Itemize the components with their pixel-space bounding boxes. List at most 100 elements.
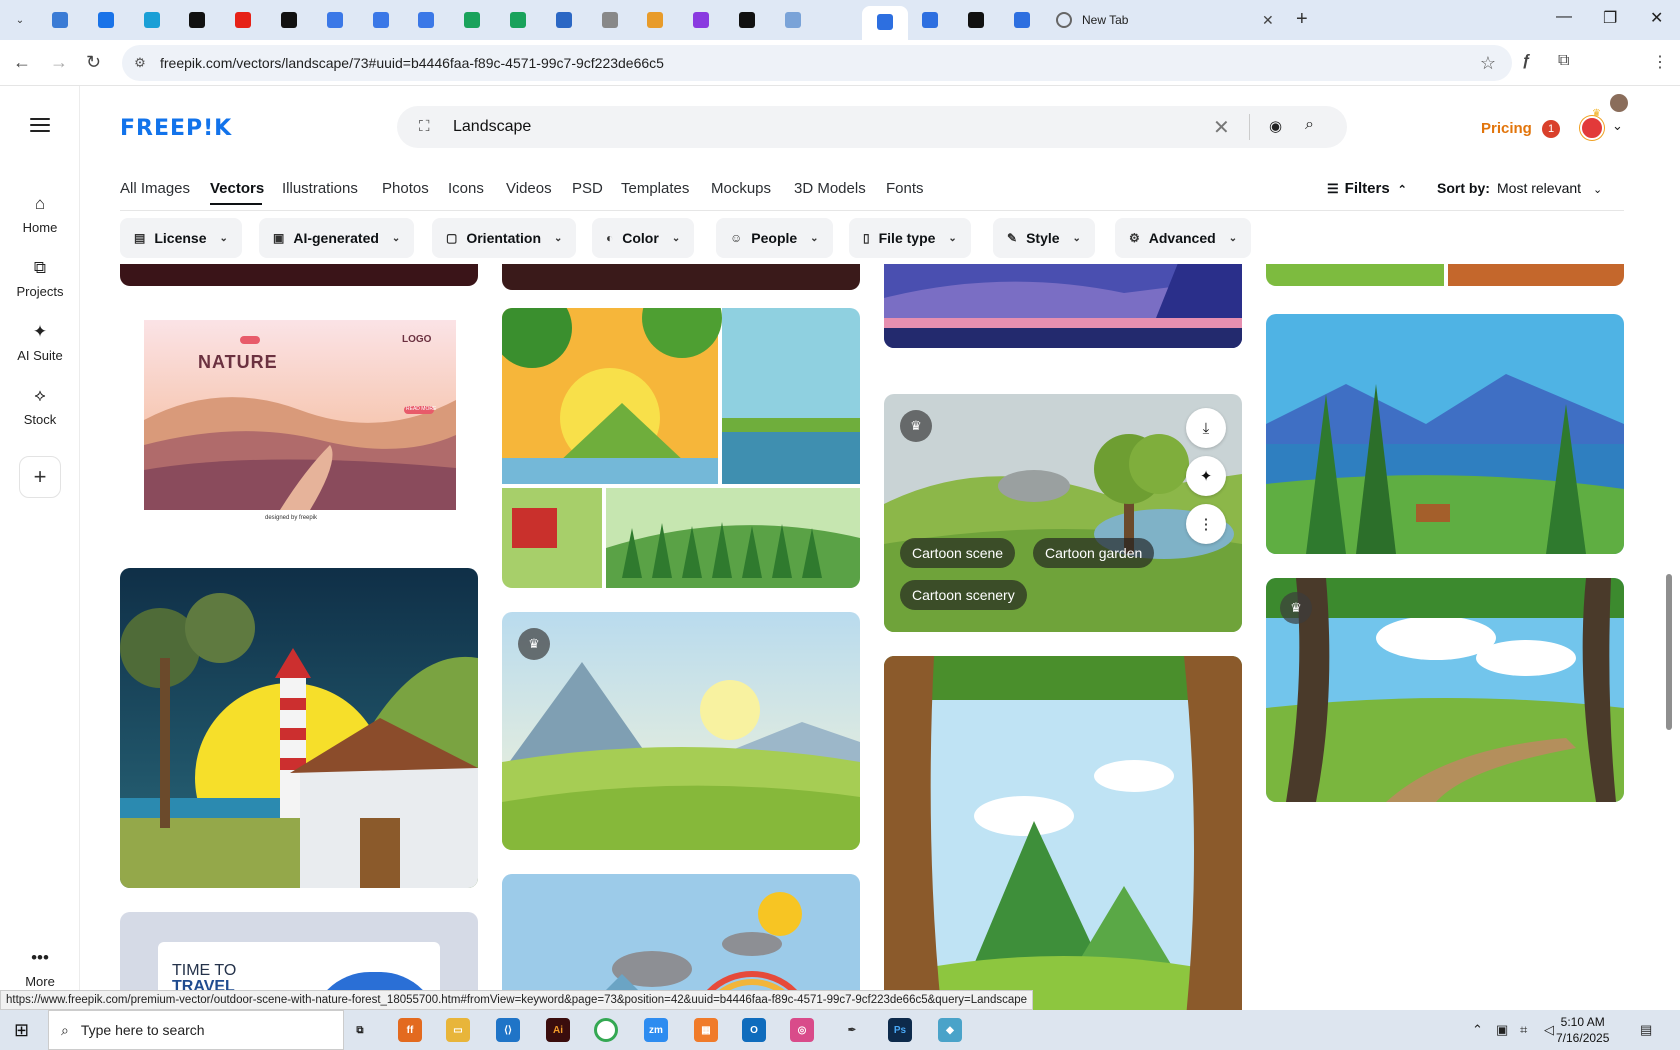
extension-icon[interactable]: ƒ xyxy=(1522,52,1531,70)
volume-icon[interactable]: ◁ xyxy=(1544,1022,1554,1038)
bookmark-star-icon[interactable]: ☆ xyxy=(1480,53,1496,74)
profile-avatar[interactable] xyxy=(1610,94,1628,112)
image-card-collage[interactable] xyxy=(502,308,860,588)
rail-item-ai-suite[interactable]: ✦ AI Suite xyxy=(0,322,80,363)
pinned-tab[interactable] xyxy=(414,8,438,32)
notification-badge[interactable]: 1 xyxy=(1542,120,1560,138)
image-card-lake-night[interactable] xyxy=(884,264,1242,348)
puzzle-icon[interactable]: ⧉ xyxy=(1558,52,1569,70)
outlook-icon[interactable]: O xyxy=(742,1018,766,1042)
hamburger-menu-icon[interactable] xyxy=(30,118,50,132)
sort-dropdown[interactable]: Most relevant ⌄ xyxy=(1497,180,1602,196)
pinned-tab[interactable] xyxy=(94,8,118,32)
image-card[interactable] xyxy=(502,264,860,290)
tab-psd[interactable]: PSD xyxy=(572,180,603,197)
active-tab[interactable] xyxy=(862,6,908,40)
task-view-icon[interactable]: ⧉ xyxy=(348,1018,372,1042)
pinned-tab[interactable] xyxy=(964,8,988,32)
ai-edit-button[interactable]: ✦ xyxy=(1186,456,1226,496)
pinned-tab[interactable] xyxy=(1010,8,1034,32)
close-window-button[interactable]: ✕ xyxy=(1650,8,1663,28)
forward-button[interactable]: → xyxy=(50,52,68,73)
taskbar-clock[interactable]: 5:10 AM 7/16/2025 xyxy=(1556,1014,1609,1046)
illustrator-icon[interactable]: Ai xyxy=(546,1018,570,1042)
tag-cartoon-scene[interactable]: Cartoon scene xyxy=(900,538,1016,568)
vscode-icon[interactable]: ⟨⟩ xyxy=(496,1018,520,1042)
rail-item-more[interactable]: ••• More xyxy=(0,948,80,989)
tab-new-tab[interactable]: New Tab xyxy=(1056,8,1270,32)
camera-icon[interactable]: ◉ xyxy=(1269,117,1282,135)
filters-toggle[interactable]: ☰ Filters ⌃ xyxy=(1327,180,1407,197)
pinned-tab[interactable] xyxy=(277,8,301,32)
windows-start-icon[interactable]: ⊞ xyxy=(14,1020,29,1041)
new-tab-button[interactable]: + xyxy=(1296,8,1308,31)
pinned-tab[interactable] xyxy=(598,8,622,32)
image-card[interactable] xyxy=(120,264,478,286)
close-tab-icon[interactable]: ✕ xyxy=(1262,12,1274,29)
minimize-button[interactable]: — xyxy=(1556,8,1572,26)
filter-ai-generated[interactable]: ▣ AI-generated ⌄ xyxy=(259,218,415,258)
pinned-tab[interactable] xyxy=(185,8,209,32)
pinned-tab[interactable] xyxy=(506,8,530,32)
image-card-forest-frame[interactable] xyxy=(884,656,1242,1010)
pinned-tab[interactable] xyxy=(735,8,759,32)
zoom-icon[interactable]: zm xyxy=(644,1018,668,1042)
pinned-tab[interactable] xyxy=(643,8,667,32)
tray-app-icon[interactable]: ▣ xyxy=(1496,1022,1508,1038)
pinned-tab[interactable] xyxy=(781,8,805,32)
image-card[interactable] xyxy=(1266,264,1624,286)
tab-all-images[interactable]: All Images xyxy=(120,180,190,197)
tab-videos[interactable]: Videos xyxy=(506,180,552,197)
image-card-cartoon-scene[interactable]: ♛ ⤓ ✦ ⋮ Cartoon scene Cartoon garden Car… xyxy=(884,394,1242,632)
tray-chevron-icon[interactable]: ⌃ xyxy=(1472,1022,1483,1038)
user-avatar[interactable] xyxy=(1580,116,1604,140)
rail-item-home[interactable]: ⌂ Home xyxy=(0,194,80,235)
filter-orientation[interactable]: ▢ Orientation ⌄ xyxy=(432,218,577,258)
tag-cartoon-garden[interactable]: Cartoon garden xyxy=(1033,538,1155,568)
image-card-deer-lake[interactable] xyxy=(1266,314,1624,554)
site-info-icon[interactable]: ⚙ xyxy=(130,53,150,73)
photoshop-icon[interactable]: Ps xyxy=(888,1018,912,1042)
tab-search-button[interactable]: ⌄ xyxy=(8,8,32,32)
taskbar-search[interactable]: ⌕ Type here to search xyxy=(48,1010,344,1050)
add-button[interactable]: + xyxy=(19,456,61,498)
pinned-tab[interactable] xyxy=(140,8,164,32)
tab-fonts[interactable]: Fonts xyxy=(886,180,924,197)
search-type-icon[interactable]: ⛶ xyxy=(419,118,430,135)
clear-search-icon[interactable]: ✕ xyxy=(1213,115,1230,140)
filter-people[interactable]: ☺ People ⌄ xyxy=(716,218,833,258)
tab-templates[interactable]: Templates xyxy=(621,180,689,197)
page-scrollbar-thumb[interactable] xyxy=(1666,574,1672,730)
kebab-menu-icon[interactable]: ⋮ xyxy=(1652,52,1668,72)
tab-illustrations[interactable]: Illustrations xyxy=(282,180,358,197)
pinned-tab[interactable] xyxy=(918,8,942,32)
download-button[interactable]: ⤓ xyxy=(1186,408,1226,448)
address-bar[interactable]: ⚙ freepik.com/vectors/landscape/73#uuid=… xyxy=(122,45,1512,81)
back-button[interactable]: ← xyxy=(13,52,31,73)
firefox-icon[interactable]: ff xyxy=(398,1018,422,1042)
filter-license[interactable]: ▤ License ⌄ xyxy=(120,218,242,258)
pinned-tab[interactable] xyxy=(323,8,347,32)
tab-mockups[interactable]: Mockups xyxy=(711,180,771,197)
search-input[interactable] xyxy=(453,116,1153,138)
tab-3d-models[interactable]: 3D Models xyxy=(794,180,866,197)
chevron-down-icon[interactable]: ⌄ xyxy=(1612,118,1623,134)
tab-vectors[interactable]: Vectors xyxy=(210,180,264,197)
tag-cartoon-scenery[interactable]: Cartoon scenery xyxy=(900,580,1027,610)
filter-style[interactable]: ✎ Style ⌄ xyxy=(993,218,1095,258)
filter-file-type[interactable]: ▯ File type ⌄ xyxy=(849,218,971,258)
pinned-tab[interactable] xyxy=(552,8,576,32)
reload-button[interactable]: ↻ xyxy=(86,52,101,73)
app-icon[interactable]: ▦ xyxy=(694,1018,718,1042)
rail-item-stock[interactable]: ⟡ Stock xyxy=(0,386,80,427)
image-card-forest-path[interactable]: ♛ xyxy=(1266,578,1624,802)
network-icon[interactable]: ⌗ xyxy=(1520,1022,1527,1038)
pinned-tab[interactable] xyxy=(48,8,72,32)
filter-advanced[interactable]: ⚙ Advanced ⌄ xyxy=(1115,218,1252,258)
image-card-nature[interactable]: NATURE LOGO READ MORE designed by freepi… xyxy=(120,300,478,530)
rail-item-projects[interactable]: ⧉ Projects xyxy=(0,258,80,299)
pinned-tab[interactable] xyxy=(231,8,255,32)
pricing-link[interactable]: Pricing xyxy=(1481,120,1532,137)
filter-color[interactable]: ◐ Color ⌄ xyxy=(592,218,695,258)
image-card-meadow[interactable]: ♛ xyxy=(502,612,860,850)
